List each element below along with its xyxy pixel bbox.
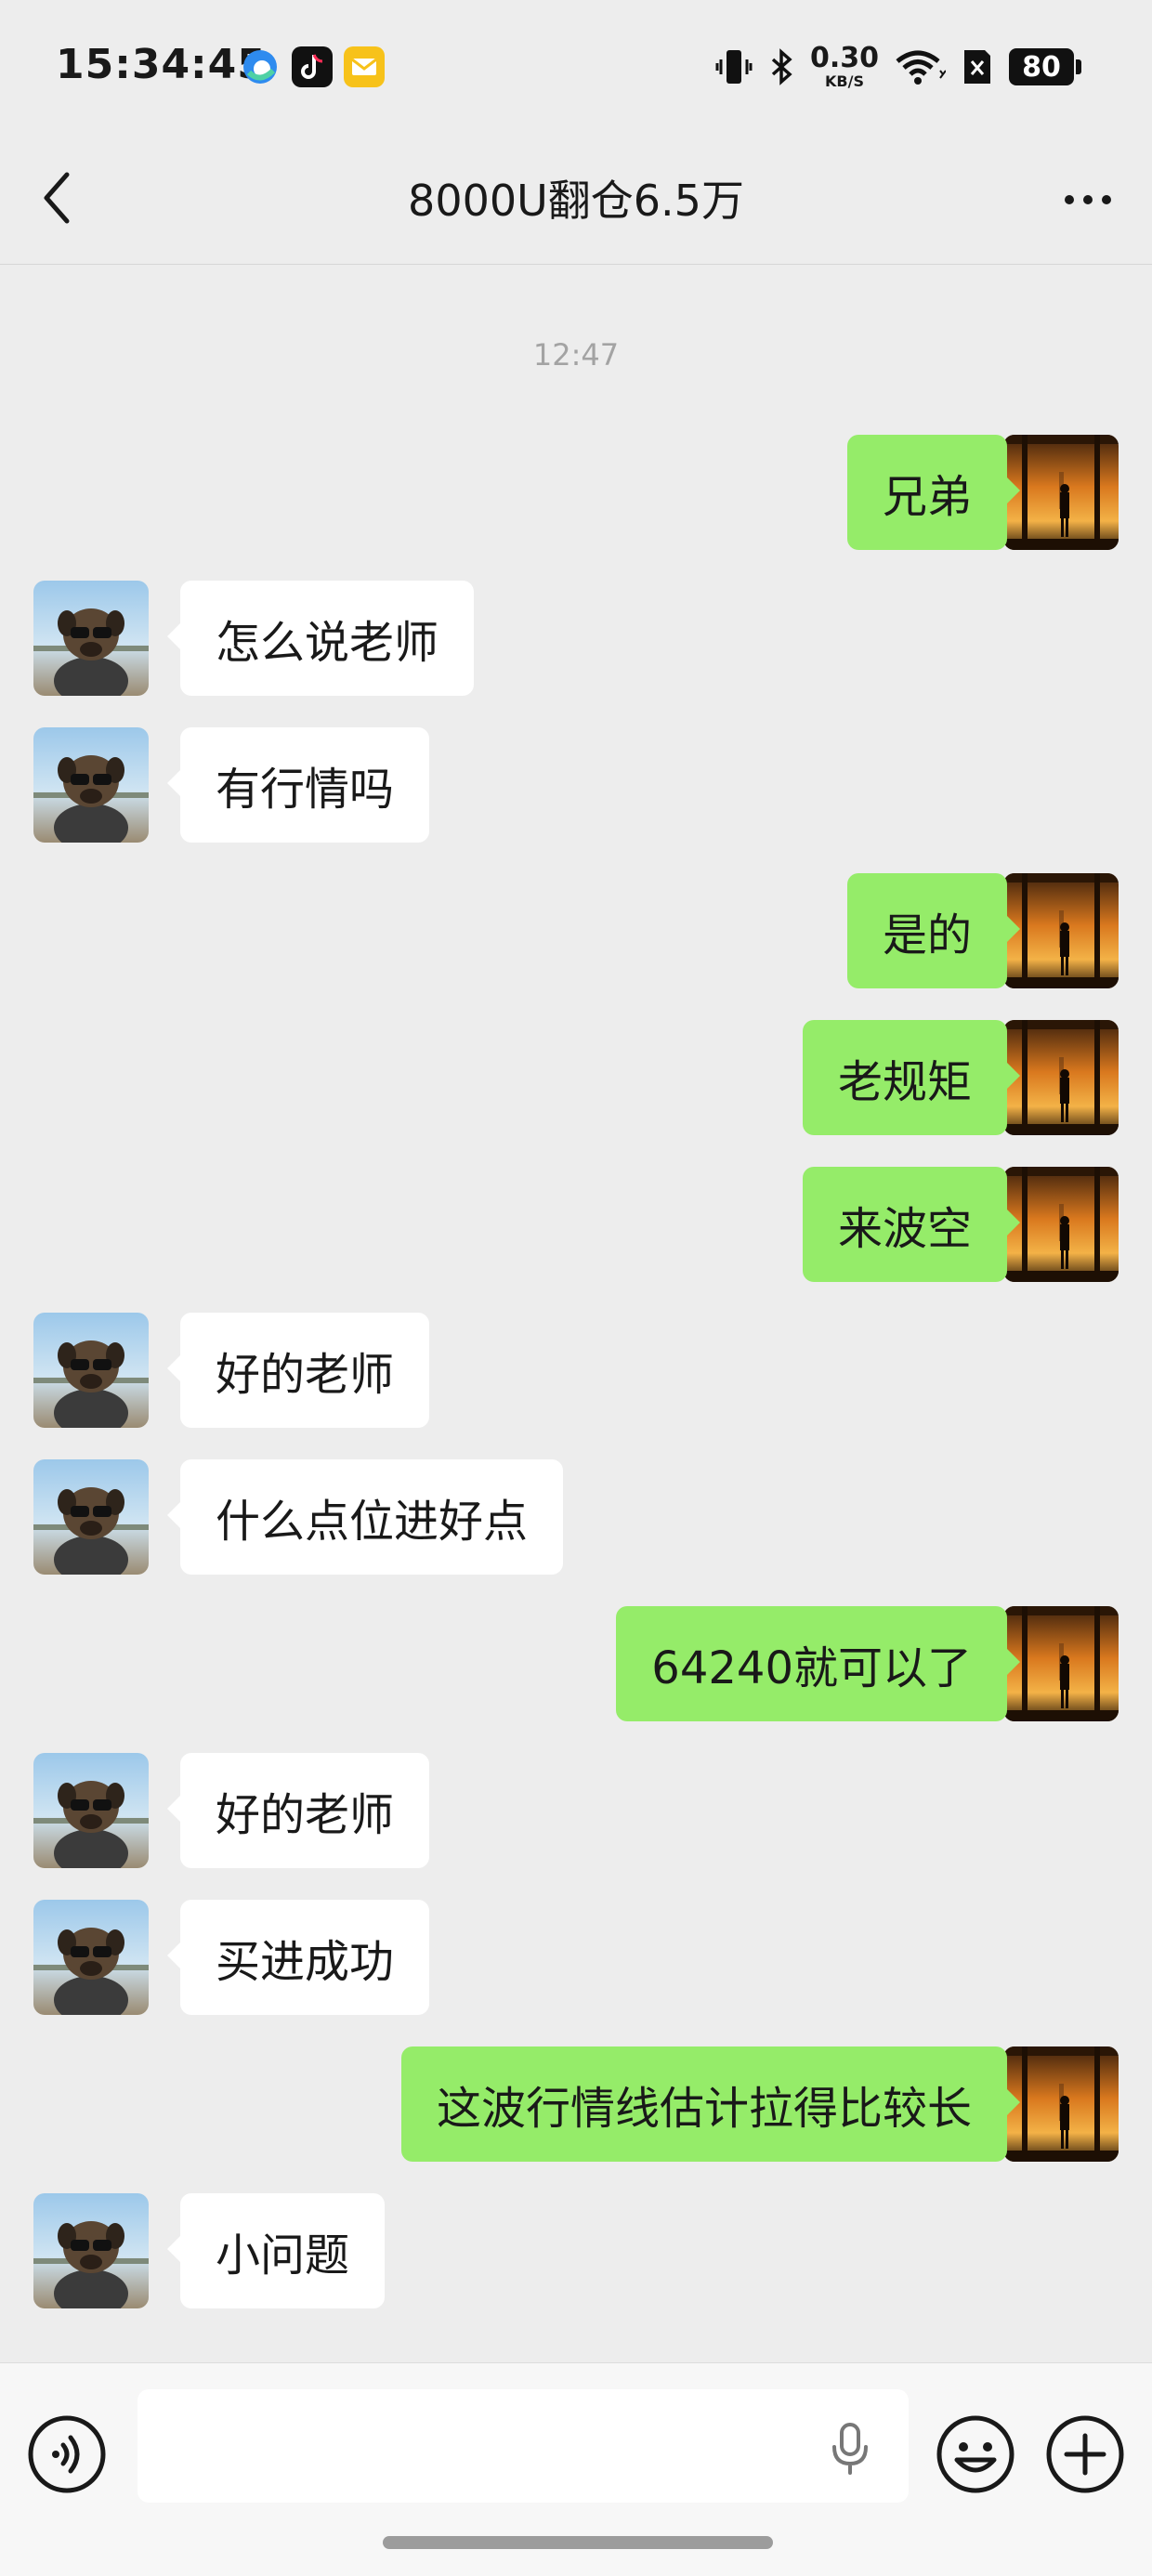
plus-icon xyxy=(1046,2415,1124,2493)
message-input[interactable] xyxy=(137,2389,909,2503)
message-row: 老规矩 xyxy=(0,1020,1152,1135)
status-bar: 15:34:45 0.30 KB/S 80 xyxy=(0,0,1152,139)
outgoing-message-bubble[interactable]: 兄弟 xyxy=(846,435,1021,550)
emoji-button[interactable] xyxy=(935,2413,1016,2495)
contact-avatar[interactable] xyxy=(33,1313,149,1428)
message-row: 兄弟 xyxy=(0,435,1152,550)
message-row: 怎么说老师 xyxy=(0,581,1152,696)
incoming-message-bubble[interactable]: 好的老师 xyxy=(166,1313,430,1428)
outgoing-message-bubble[interactable]: 是的 xyxy=(846,873,1021,988)
own-avatar[interactable] xyxy=(1003,873,1119,988)
message-row: 好的老师 xyxy=(0,1753,1152,1868)
outgoing-message-bubble[interactable]: 老规矩 xyxy=(802,1020,1021,1135)
vibrate-icon xyxy=(715,50,753,84)
sim-icon xyxy=(964,50,990,84)
status-time: 15:34:45 xyxy=(56,41,267,88)
message-row: 买进成功 xyxy=(0,1900,1152,2015)
emoji-icon xyxy=(936,2415,1015,2493)
message-row: 是的 xyxy=(0,873,1152,988)
more-icon xyxy=(1065,195,1111,204)
message-row: 好的老师 xyxy=(0,1313,1152,1428)
microphone-button[interactable] xyxy=(818,2415,883,2480)
chat-title: 8000U翻仓6.5万 xyxy=(408,176,744,226)
message-row: 什么点位进好点 xyxy=(0,1459,1152,1575)
incoming-message-bubble[interactable]: 买进成功 xyxy=(166,1900,430,2015)
more-button[interactable] xyxy=(1055,167,1120,232)
message-row: 64240就可以了 xyxy=(0,1606,1152,1721)
outgoing-message-bubble[interactable]: 64240就可以了 xyxy=(616,1606,1020,1721)
edge-browser-icon xyxy=(240,46,281,87)
message-row: 这波行情线估计拉得比较长 xyxy=(0,2046,1152,2162)
own-avatar[interactable] xyxy=(1003,1606,1119,1721)
contact-avatar[interactable] xyxy=(33,581,149,696)
message-list[interactable]: 12:47 兄弟 怎么说老师 有行情吗 是的 老规矩 来波空 好的老师 什么点位进好点 6424… xyxy=(0,265,1152,2362)
plus-button[interactable] xyxy=(1044,2413,1126,2495)
incoming-message-bubble[interactable]: 什么点位进好点 xyxy=(166,1459,564,1575)
battery-indicator: 80 xyxy=(1009,48,1081,85)
tiktok-icon xyxy=(292,46,333,87)
message-timestamp: 12:47 xyxy=(532,337,620,373)
own-avatar[interactable] xyxy=(1003,1167,1119,1282)
incoming-message-bubble[interactable]: 怎么说老师 xyxy=(166,581,475,696)
incoming-message-bubble[interactable]: 小问题 xyxy=(166,2193,386,2308)
own-avatar[interactable] xyxy=(1003,2046,1119,2162)
contact-avatar[interactable] xyxy=(33,1900,149,2015)
outgoing-message-bubble[interactable]: 这波行情线估计拉得比较长 xyxy=(400,2046,1021,2162)
bluetooth-icon xyxy=(771,48,792,85)
wifi-icon xyxy=(896,50,946,85)
voice-toggle-button[interactable] xyxy=(26,2413,108,2495)
home-indicator xyxy=(383,2536,773,2549)
message-row: 来波空 xyxy=(0,1167,1152,1282)
incoming-message-bubble[interactable]: 有行情吗 xyxy=(166,727,430,843)
contact-avatar[interactable] xyxy=(33,2193,149,2308)
message-row: 有行情吗 xyxy=(0,727,1152,843)
chat-header: 8000U翻仓6.5万 xyxy=(0,139,1152,265)
outgoing-message-bubble[interactable]: 来波空 xyxy=(802,1167,1021,1282)
mail-icon xyxy=(344,46,385,87)
incoming-message-bubble[interactable]: 好的老师 xyxy=(166,1753,430,1868)
contact-avatar[interactable] xyxy=(33,1753,149,1868)
message-row: 小问题 xyxy=(0,2193,1152,2308)
own-avatar[interactable] xyxy=(1003,435,1119,550)
network-speed: 0.30 KB/S xyxy=(809,42,879,90)
microphone-icon xyxy=(832,2423,868,2475)
contact-avatar[interactable] xyxy=(33,1459,149,1575)
own-avatar[interactable] xyxy=(1003,1020,1119,1135)
voice-toggle-icon xyxy=(28,2415,106,2493)
contact-avatar[interactable] xyxy=(33,727,149,843)
